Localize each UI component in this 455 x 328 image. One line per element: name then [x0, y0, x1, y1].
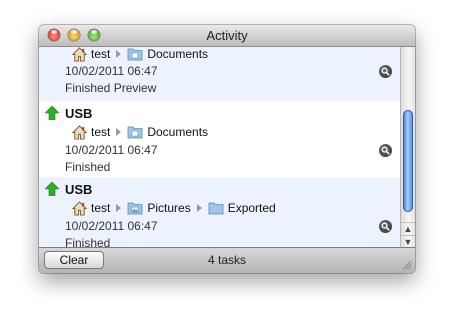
reveal-magnifier-icon[interactable]	[379, 144, 392, 157]
home-icon	[72, 124, 87, 140]
task-count: 4 tasks	[207, 253, 246, 267]
bottom-bar: Clear 4 tasks	[39, 247, 415, 273]
reveal-magnifier-icon[interactable]	[379, 65, 392, 78]
path-separator-icon	[196, 204, 202, 212]
folder-icon	[208, 202, 224, 215]
path-segment-label: test	[91, 47, 111, 61]
path-segment-label: test	[91, 201, 111, 215]
scroll-up-button[interactable]: ▲	[401, 222, 415, 235]
path-separator-icon	[116, 50, 122, 58]
documents-folder-icon	[127, 48, 143, 61]
task-list[interactable]: test Documents 10/02/2011 06:47 Finished…	[39, 47, 400, 248]
window-title: Activity	[206, 28, 248, 43]
task-path: test Documents	[72, 47, 208, 63]
activity-window: Activity test Documents 10/02/2011 06:47	[39, 25, 415, 273]
upload-arrow-icon	[45, 182, 59, 196]
task-meta: 10/02/2011 06:47 Finished Preview	[65, 63, 158, 97]
path-segment-label: Documents	[147, 125, 209, 139]
task-timestamp: 10/02/2011 06:47	[65, 143, 158, 157]
task-timestamp: 10/02/2011 06:47	[65, 219, 158, 233]
device-name: USB	[65, 105, 93, 121]
path-separator-icon	[116, 204, 122, 212]
task-device: USB	[45, 104, 92, 122]
task-row[interactable]: USB test Documents 10/02/2011 06:47 Fini…	[39, 101, 400, 177]
path-segment-label: Pictures	[147, 201, 191, 215]
task-timestamp: 10/02/2011 06:47	[65, 64, 158, 78]
task-row[interactable]: test Documents 10/02/2011 06:47 Finished…	[39, 47, 400, 101]
path-segment-label: Exported	[227, 201, 276, 215]
task-path: test Pictures Exported	[72, 199, 276, 217]
upload-arrow-icon	[45, 106, 59, 120]
task-status: Finished	[65, 160, 111, 174]
pictures-folder-icon	[127, 202, 143, 215]
task-device: USB	[45, 180, 92, 198]
path-segment-label: Documents	[147, 47, 209, 61]
path-segment-label: test	[91, 125, 111, 139]
task-meta: 10/02/2011 06:47 Finished	[65, 142, 158, 176]
device-name: USB	[65, 181, 93, 197]
task-meta: 10/02/2011 06:47 Finished	[65, 218, 158, 248]
scrollbar-thumb[interactable]	[403, 110, 413, 212]
title-bar[interactable]: Activity	[39, 25, 415, 47]
task-row[interactable]: USB test Pictures Exported 10/02/2011 06…	[39, 177, 400, 248]
task-status: Finished Preview	[65, 81, 157, 95]
path-separator-icon	[116, 128, 122, 136]
task-path: test Documents	[72, 123, 208, 141]
reveal-magnifier-icon[interactable]	[379, 220, 392, 233]
home-icon	[72, 200, 87, 216]
home-icon	[72, 47, 87, 62]
vertical-scrollbar[interactable]: ▲ ▼	[400, 47, 415, 248]
documents-folder-icon	[127, 126, 143, 139]
resize-grip-icon[interactable]	[402, 260, 412, 270]
